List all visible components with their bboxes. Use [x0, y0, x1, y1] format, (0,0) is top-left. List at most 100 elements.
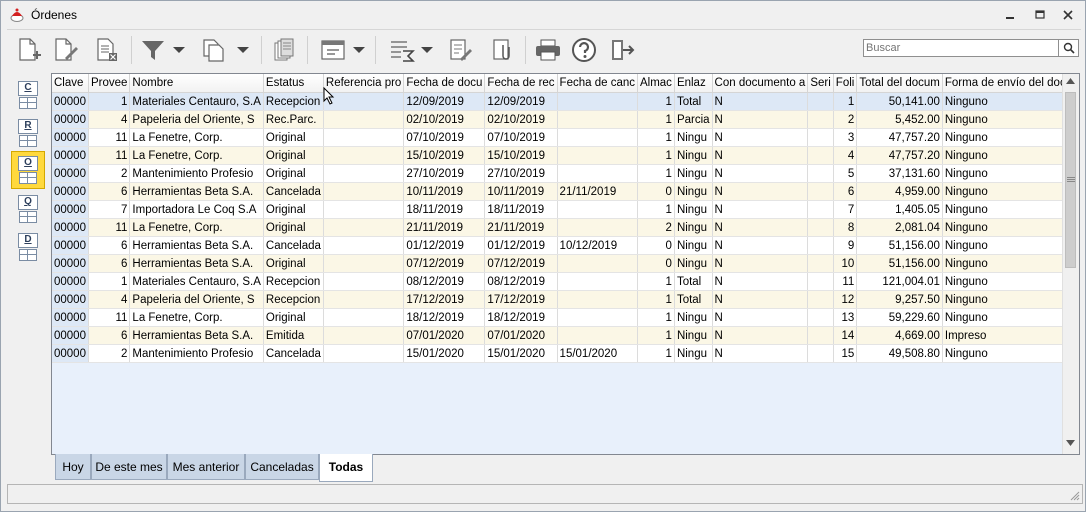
table-cell[interactable]: 4,959.00 — [856, 182, 943, 201]
table-cell[interactable] — [807, 326, 834, 345]
exit-button[interactable] — [607, 36, 637, 64]
table-cell[interactable]: 2,081.04 — [856, 218, 943, 237]
table-cell[interactable]: 15/01/2020 — [403, 344, 486, 363]
table-cell[interactable]: 6 — [88, 326, 131, 345]
table-cell[interactable]: 51,156.00 — [856, 254, 943, 273]
table-cell[interactable]: 11 — [833, 272, 858, 291]
table-cell[interactable]: Ningu — [674, 182, 713, 201]
filter-button[interactable] — [137, 36, 169, 64]
table-cell[interactable]: N — [712, 290, 809, 309]
table-cell[interactable]: Ninguno — [942, 272, 1079, 291]
table-cell[interactable] — [807, 272, 834, 291]
table-cell[interactable]: 08/12/2019 — [403, 272, 486, 291]
table-cell[interactable]: 17/12/2019 — [484, 290, 558, 309]
tab-de-este-mes[interactable]: De este mes — [91, 454, 167, 480]
table-cell[interactable]: La Fenetre, Corp. — [129, 146, 264, 165]
resize-grip-icon[interactable] — [1070, 491, 1080, 501]
table-cell[interactable]: Ningu — [674, 308, 713, 327]
table-cell[interactable]: Ninguno — [942, 92, 1079, 111]
table-cell[interactable] — [807, 308, 834, 327]
table-cell[interactable]: Papeleria del Oriente, S — [129, 110, 264, 129]
table-cell[interactable] — [323, 344, 405, 363]
table-cell[interactable]: Ningu — [674, 326, 713, 345]
table-cell[interactable]: 4 — [88, 290, 131, 309]
table-cell[interactable]: 12 — [833, 290, 858, 309]
table-cell[interactable]: 00000 — [52, 182, 89, 201]
table-cell[interactable]: 07/01/2020 — [403, 326, 486, 345]
table-cell[interactable]: Herramientas Beta S.A. — [129, 182, 264, 201]
table-cell[interactable] — [557, 308, 638, 327]
table-cell[interactable]: 47,757.20 — [856, 128, 943, 147]
table-cell[interactable]: 9,257.50 — [856, 290, 943, 309]
table-cell[interactable]: 1 — [637, 308, 675, 327]
table-cell[interactable]: 11 — [88, 218, 131, 237]
table-cell[interactable]: 3 — [833, 128, 858, 147]
table-cell[interactable]: Mantenimiento Profesio — [129, 164, 264, 183]
table-cell[interactable]: 00000 — [52, 200, 89, 219]
table-cell[interactable]: 27/10/2019 — [484, 164, 558, 183]
table-cell[interactable]: 0 — [637, 254, 675, 273]
table-row[interactable]: 00000 6 Herramientas Beta S.A. Cancelada 01/… — [52, 236, 1079, 255]
table-cell[interactable]: 00000 — [52, 290, 89, 309]
delete-document-button[interactable] — [93, 36, 121, 64]
window-view-button[interactable] — [315, 36, 351, 64]
table-cell[interactable]: 00000 — [52, 218, 89, 237]
table-cell[interactable] — [807, 344, 834, 363]
table-cell[interactable]: 1 — [637, 290, 675, 309]
table-cell[interactable]: Ningu — [674, 344, 713, 363]
totals-dropdown[interactable] — [419, 36, 435, 64]
table-row[interactable]: 00000 6 Herramientas Beta S.A. Cancelada 10/… — [52, 182, 1079, 201]
table-cell[interactable] — [807, 218, 834, 237]
table-cell[interactable]: 1 — [637, 110, 675, 129]
table-cell[interactable]: Rec.Parc. — [263, 110, 324, 129]
edit-document-button[interactable] — [51, 36, 79, 64]
table-cell[interactable]: 1 — [637, 200, 675, 219]
table-cell[interactable]: 7 — [88, 200, 131, 219]
table-cell[interactable]: Original — [263, 164, 324, 183]
tab-hoy[interactable]: Hoy — [55, 454, 91, 480]
table-cell[interactable]: 00000 — [52, 146, 89, 165]
totals-button[interactable] — [383, 36, 419, 64]
table-cell[interactable]: Herramientas Beta S.A. — [129, 326, 264, 345]
table-cell[interactable]: 50,141.00 — [856, 92, 943, 111]
table-cell[interactable]: N — [712, 218, 809, 237]
table-cell[interactable]: 21/11/2019 — [557, 182, 638, 201]
table-cell[interactable]: 0 — [637, 182, 675, 201]
column-header[interactable]: Total del docum — [856, 74, 943, 93]
column-header[interactable]: Fecha de canc — [557, 74, 638, 93]
table-cell[interactable]: 6 — [88, 236, 131, 255]
table-cell[interactable]: Original — [263, 218, 324, 237]
table-cell[interactable]: Herramientas Beta S.A. — [129, 254, 264, 273]
table-cell[interactable]: 2 — [88, 164, 131, 183]
table-cell[interactable]: 2 — [637, 218, 675, 237]
table-cell[interactable]: 00000 — [52, 92, 89, 111]
table-cell[interactable]: La Fenetre, Corp. — [129, 128, 264, 147]
sidebar-item-requisiciones[interactable]: R — [13, 115, 43, 149]
table-cell[interactable]: N — [712, 344, 809, 363]
table-cell[interactable] — [323, 200, 405, 219]
column-header[interactable]: Provee — [88, 74, 131, 93]
table-cell[interactable]: 1 — [637, 344, 675, 363]
table-cell[interactable]: 5 — [833, 164, 858, 183]
copy-document-button[interactable] — [199, 36, 229, 64]
table-row[interactable]: 00000 2 Mantenimiento Profesio Original 27/1… — [52, 164, 1079, 183]
column-header[interactable]: Foli — [833, 74, 858, 93]
table-cell[interactable] — [323, 128, 405, 147]
table-cell[interactable] — [807, 164, 834, 183]
table-cell[interactable]: 10/11/2019 — [484, 182, 558, 201]
search-input[interactable] — [863, 39, 1059, 57]
table-cell[interactable]: Emitida — [263, 326, 324, 345]
table-row[interactable]: 00000 11 La Fenetre, Corp. Original 15/10/20… — [52, 146, 1079, 165]
table-cell[interactable]: 47,757.20 — [856, 146, 943, 165]
scroll-up-icon[interactable] — [1066, 78, 1075, 84]
table-cell[interactable]: N — [712, 236, 809, 255]
table-cell[interactable]: 1,405.05 — [856, 200, 943, 219]
table-cell[interactable]: Materiales Centauro, S.A — [129, 92, 264, 111]
table-cell[interactable]: N — [712, 308, 809, 327]
table-cell[interactable]: 4 — [88, 110, 131, 129]
filter-dropdown[interactable] — [171, 36, 187, 64]
table-cell[interactable]: 1 — [833, 92, 858, 111]
table-cell[interactable] — [323, 146, 405, 165]
table-cell[interactable]: Ninguno — [942, 290, 1079, 309]
table-cell[interactable] — [323, 290, 405, 309]
